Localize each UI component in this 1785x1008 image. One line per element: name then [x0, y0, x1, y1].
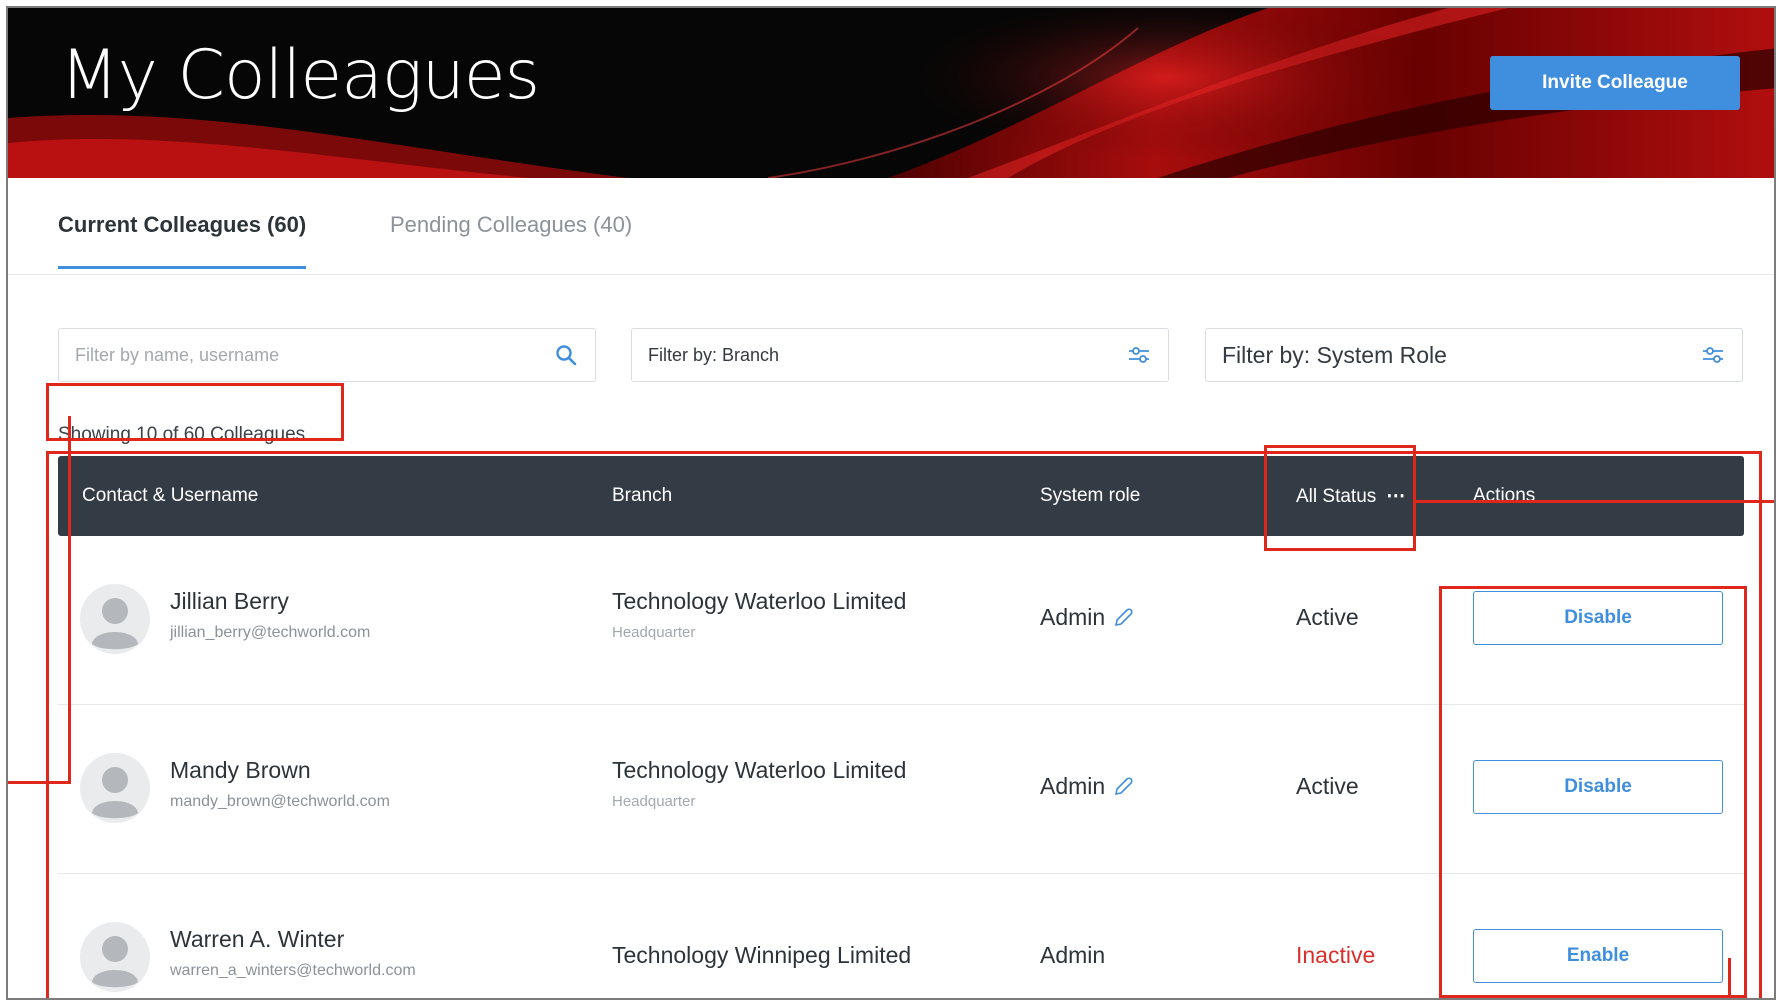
branch-filter[interactable]: Filter by: Branch	[631, 328, 1169, 382]
page-title: My Colleagues	[60, 36, 540, 115]
tab-current-colleagues[interactable]: Current Colleagues (60)	[58, 212, 307, 269]
search-input[interactable]: Filter by name, username	[58, 328, 596, 382]
annotation-line-status	[1416, 500, 1774, 503]
branch-filter-label: Filter by: Branch	[648, 344, 780, 365]
tab-pending-colleagues[interactable]: Pending Colleagues (40)	[390, 212, 632, 266]
search-icon[interactable]	[553, 342, 579, 368]
sliders-icon	[1126, 342, 1152, 368]
system-role-filter[interactable]: Filter by: System Role	[1205, 328, 1743, 382]
annotation-line-actions	[1728, 958, 1731, 998]
sliders-icon	[1700, 342, 1726, 368]
annotation-box-actions	[1439, 586, 1747, 998]
annotation-box-status-filter	[1264, 445, 1416, 551]
annotation-box-results-count	[46, 383, 344, 441]
app-frame: My Colleagues Invite Colleague Current C…	[6, 6, 1776, 1000]
annotation-line-left	[68, 416, 71, 784]
header-banner: My Colleagues Invite Colleague	[8, 8, 1774, 178]
colleague-tabs: Current Colleagues (60) Pending Colleagu…	[8, 178, 1774, 275]
annotation-line-left-horizontal	[8, 781, 71, 784]
invite-colleague-button[interactable]: Invite Colleague	[1490, 56, 1740, 110]
search-placeholder: Filter by name, username	[75, 344, 280, 365]
system-role-filter-label: Filter by: System Role	[1222, 341, 1447, 368]
